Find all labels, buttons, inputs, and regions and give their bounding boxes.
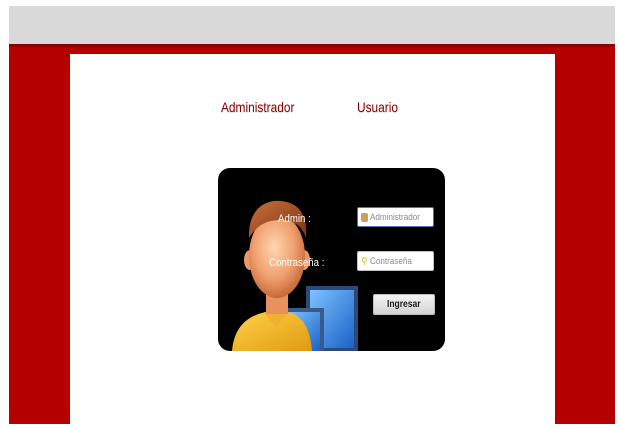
user-icon [361, 212, 368, 222]
admin-placeholder: Administrador [370, 212, 420, 222]
password-field[interactable]: ⚲ Contraseña [357, 251, 434, 271]
ingresar-button-label: Ingresar [387, 299, 421, 310]
tab-usuario[interactable]: Usuario [357, 99, 398, 115]
password-label: Contraseña : [269, 257, 325, 269]
password-placeholder: Contraseña [369, 256, 412, 266]
admin-field[interactable]: Administrador [357, 207, 434, 227]
key-icon: ⚲ [361, 255, 368, 266]
admin-label: Admin : [278, 213, 311, 225]
tab-administrador[interactable]: Administrador [221, 99, 294, 115]
browser-top-bar [9, 6, 615, 44]
ingresar-button[interactable]: Ingresar [373, 294, 435, 315]
login-card: Admin : Contraseña : Administrador ⚲ Con… [218, 168, 445, 351]
